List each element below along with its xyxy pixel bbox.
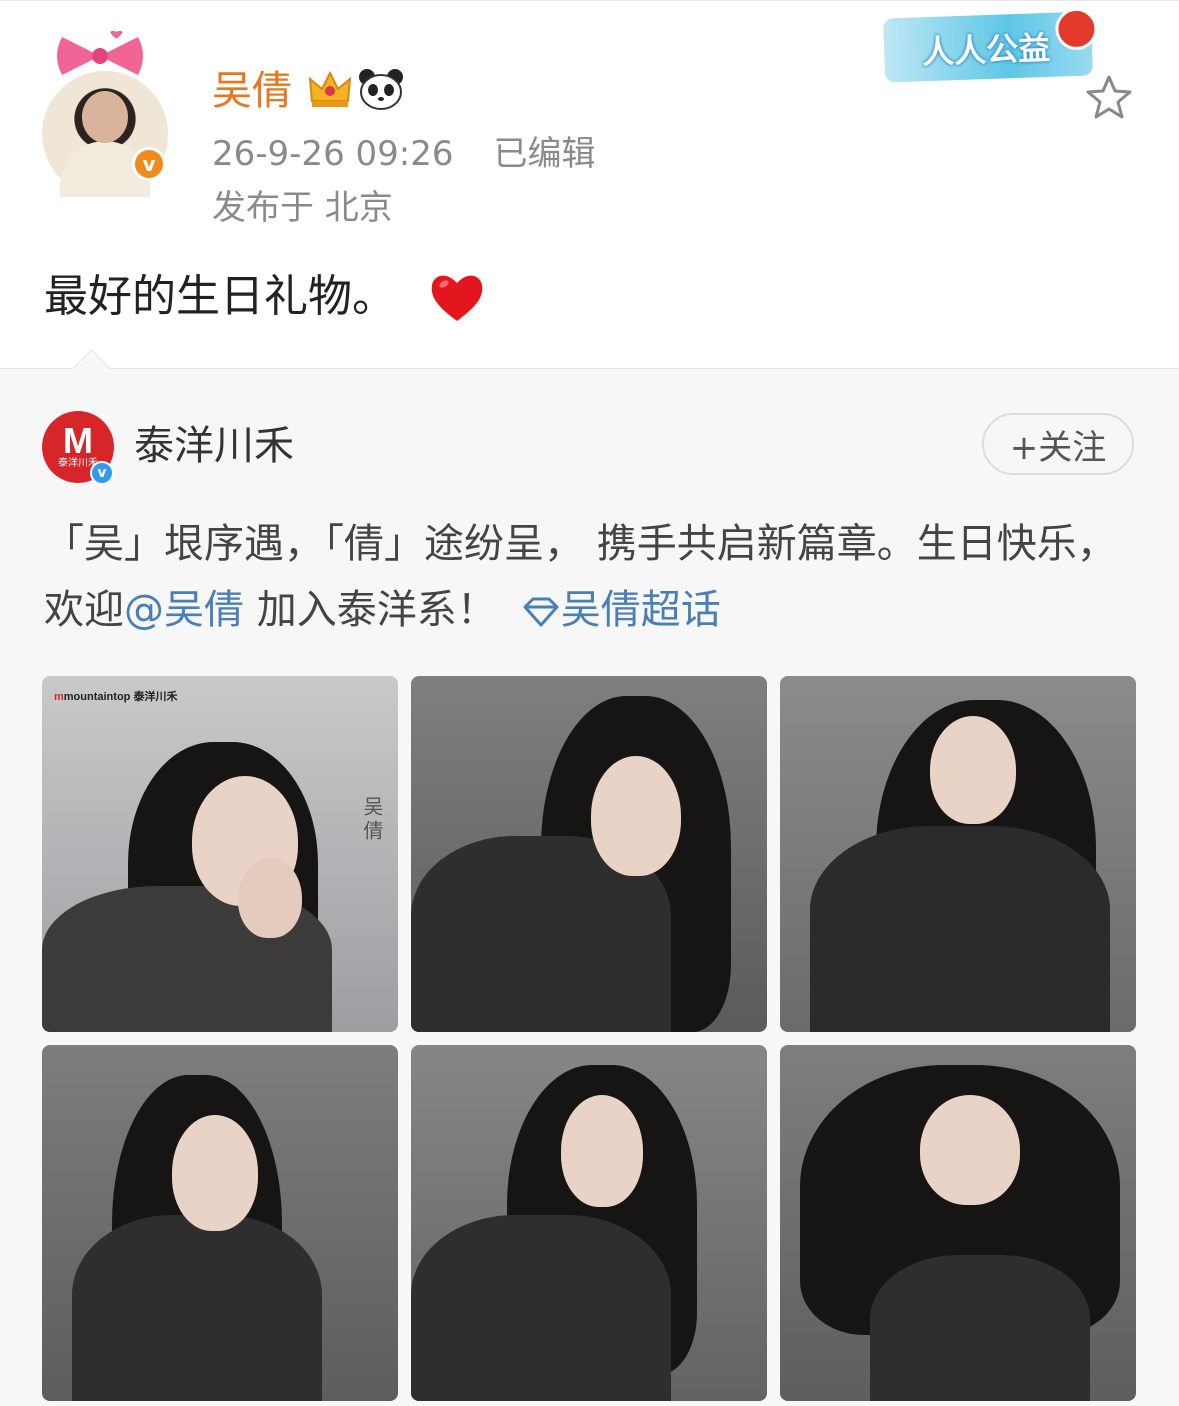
photo-thumbnail[interactable] — [42, 1045, 398, 1401]
weibo-post: v 吴倩 26-9-26 09:26 已编辑 发布于 北京 人人公益 最好的生日礼… — [0, 0, 1179, 369]
repost-card[interactable]: M 泰洋川禾 v 泰洋川禾 +关注 「吴」垠序遇，「倩」途纷呈， 携手共启新篇章… — [0, 349, 1179, 1406]
photo-thumbnail[interactable] — [780, 676, 1136, 1032]
post-text: 最好的生日礼物。 — [44, 271, 396, 322]
bow-decoration-icon — [57, 31, 143, 75]
repost-text: 「吴」垠序遇，「倩」途纷呈， 携手共启新篇章。生日快乐，欢迎@吴倩 加入泰洋系！… — [44, 511, 1134, 643]
charity-badge-label: 人人公益 — [921, 28, 1051, 72]
edited-label[interactable]: 已编辑 — [494, 134, 596, 174]
mention-link[interactable]: @吴倩 — [124, 587, 244, 633]
post-location: 发布于 北京 — [212, 188, 393, 228]
charity-mascot-icon — [1054, 7, 1099, 51]
follow-button[interactable]: +关注 — [982, 413, 1134, 475]
photo-thumbnail[interactable] — [780, 1045, 1136, 1401]
avatar-face — [82, 91, 128, 143]
photo-thumbnail[interactable] — [411, 1045, 767, 1401]
photo-thumbnail[interactable]: mmountaintop 泰洋川禾 吴倩 — [42, 676, 398, 1032]
verified-blue-icon: v — [90, 461, 114, 485]
photo-watermark: mmountaintop 泰洋川禾 — [54, 691, 178, 703]
username[interactable]: 吴倩 — [212, 67, 292, 115]
post-meta: 26-9-26 09:26 已编辑 — [212, 133, 596, 175]
star-icon[interactable] — [1084, 73, 1134, 123]
heart-icon — [431, 275, 483, 321]
org-avatar-letter: M — [63, 420, 93, 461]
org-name[interactable]: 泰洋川禾 — [134, 421, 294, 471]
topic-diamond-icon — [523, 597, 559, 627]
photo-thumbnail[interactable] — [411, 676, 767, 1032]
repost-text-part2: 加入泰洋系！ — [244, 587, 497, 633]
photo-vertical-name: 吴倩 — [360, 796, 384, 844]
post-timestamp: 26-9-26 09:26 — [212, 134, 454, 174]
charity-badge[interactable]: 人人公益 — [882, 7, 1099, 83]
topic-link[interactable]: 吴倩超话 — [561, 587, 721, 633]
verified-icon: v — [132, 147, 166, 181]
panda-icon — [359, 69, 403, 110]
crown-icon — [308, 70, 352, 107]
